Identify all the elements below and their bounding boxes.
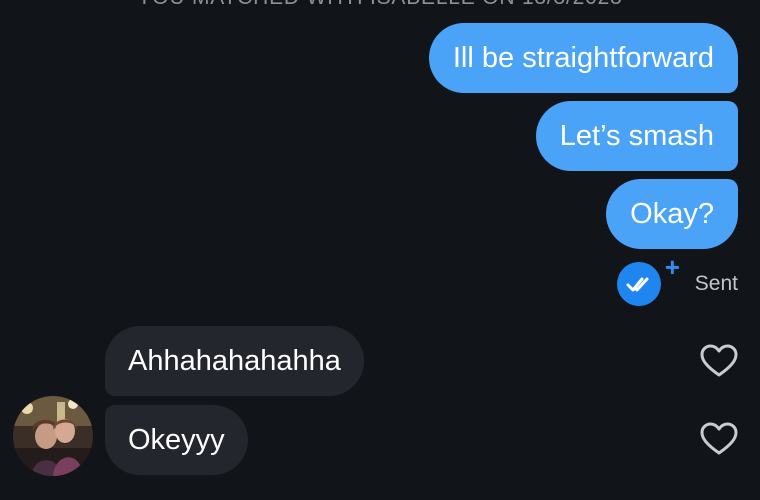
incoming-message[interactable]: Ahhahahahahha bbox=[105, 326, 364, 396]
incoming-message[interactable]: Okeyyy bbox=[105, 405, 248, 475]
heart-icon[interactable] bbox=[700, 344, 738, 378]
double-check-icon bbox=[616, 262, 661, 306]
outgoing-message[interactable]: Okay? bbox=[606, 179, 738, 249]
heart-icon[interactable] bbox=[700, 422, 738, 456]
message-status: + Sent bbox=[616, 254, 738, 306]
outgoing-message[interactable]: Let’s smash bbox=[535, 101, 738, 171]
match-avatar[interactable] bbox=[13, 396, 93, 476]
match-date-banner: YOU MATCHED WITH ISABELLE ON 13/3/2023 bbox=[0, 0, 760, 10]
sent-status-label: Sent bbox=[694, 272, 738, 295]
outgoing-message[interactable]: Ill be straightforward bbox=[428, 23, 738, 93]
super-boost-button[interactable]: + bbox=[616, 254, 680, 306]
plus-icon: + bbox=[664, 252, 680, 282]
